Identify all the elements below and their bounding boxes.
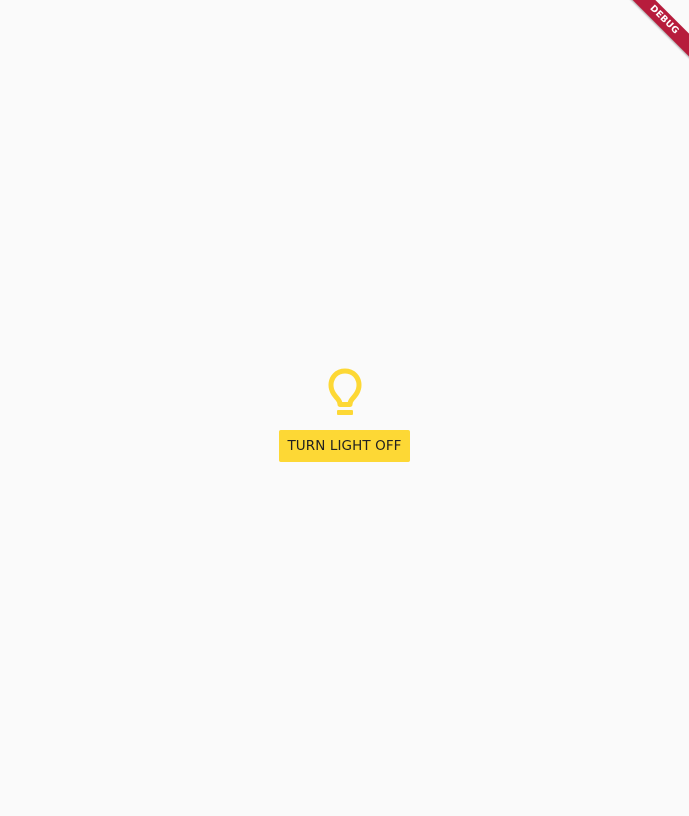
lightbulb-icon [328, 368, 361, 415]
debug-banner-label: DEBUG [647, 3, 681, 37]
turn-light-off-button[interactable]: TURN LIGHT OFF [279, 430, 410, 462]
debug-banner: DEBUG [617, 0, 689, 72]
app-screen: TURN LIGHT OFF DEBUG [0, 0, 689, 816]
debug-banner-band: DEBUG [619, 0, 689, 65]
light-toggle-group: TURN LIGHT OFF [0, 364, 689, 462]
